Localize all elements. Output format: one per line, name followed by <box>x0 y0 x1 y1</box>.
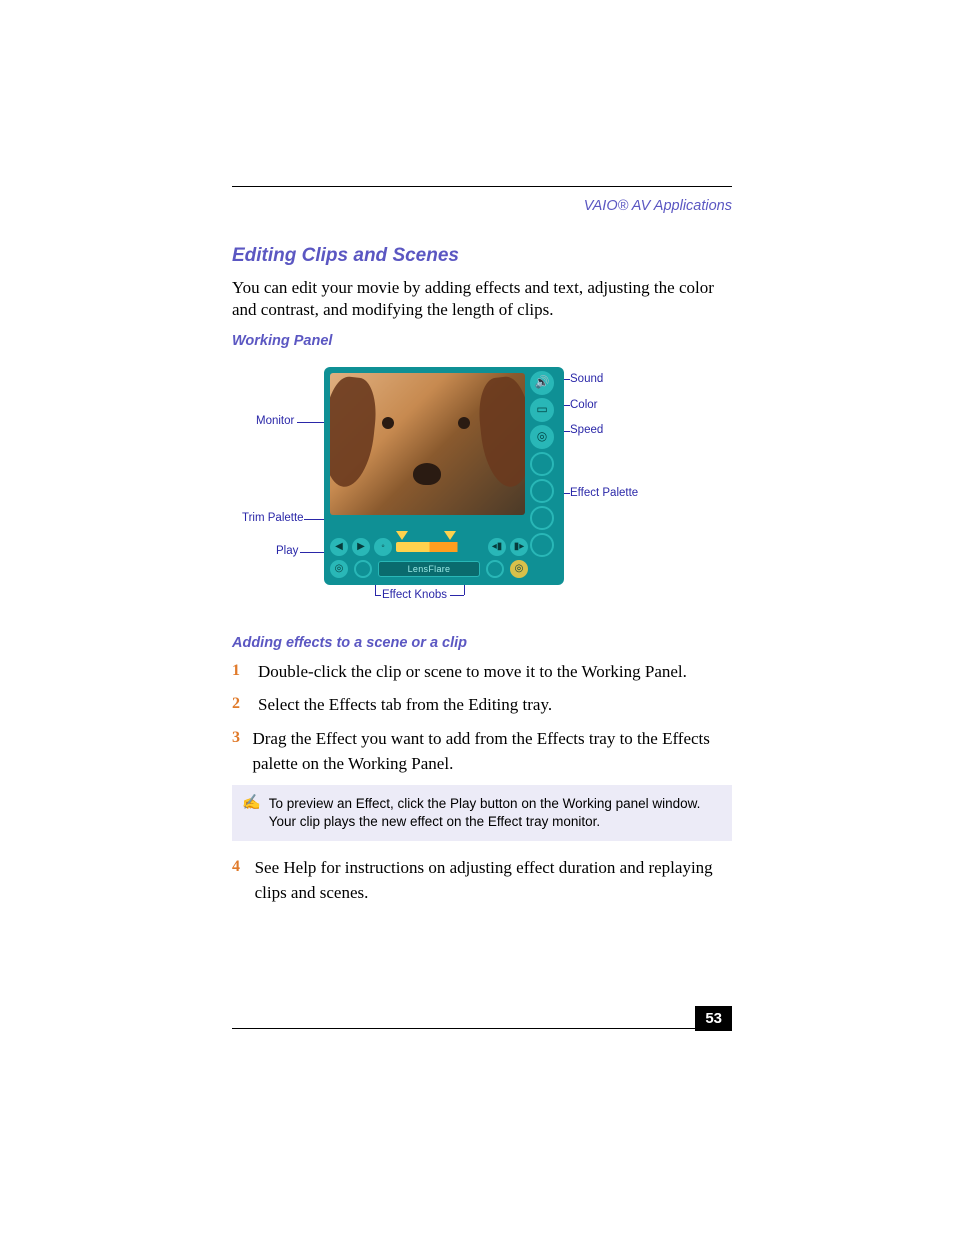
step-fwd-button[interactable]: ▮▸ <box>510 538 528 556</box>
content: Editing Clips and Scenes You can edit yo… <box>232 245 732 914</box>
effect-slot[interactable] <box>530 533 554 557</box>
callout-effect-palette: Effect Palette <box>570 487 638 499</box>
step-number: 3 <box>232 726 246 777</box>
step-number: 4 <box>232 855 249 906</box>
note-icon: ✍ <box>242 795 261 831</box>
side-buttons: 🔊 ▭ ◎ <box>530 371 560 557</box>
note-text: To preview an Effect, click the Play but… <box>269 795 720 831</box>
step-item: 1 Double-click the clip or scene to move… <box>232 659 732 685</box>
effect-slot[interactable] <box>530 506 554 530</box>
step-text: Select the Effects tab from the Editing … <box>258 692 552 718</box>
monitor-preview <box>330 373 525 515</box>
color-button[interactable]: ▭ <box>530 398 554 422</box>
figure-caption: Working Panel <box>232 333 732 349</box>
effect-name-box: LensFlare <box>378 561 480 577</box>
working-panel-figure: Monitor Trim Palette Play Effect Knobs S… <box>232 357 732 617</box>
leader-line <box>450 595 464 596</box>
step-number: 2 <box>232 692 252 718</box>
speed-button[interactable]: ◎ <box>530 425 554 449</box>
running-header: VAIO® AV Applications <box>584 198 732 214</box>
step-back-button[interactable]: ◂▮ <box>488 538 506 556</box>
callout-play: Play <box>276 545 298 557</box>
step-item: 3 Drag the Effect you want to add from t… <box>232 726 732 777</box>
callout-color: Color <box>570 399 597 411</box>
subsection-title: Adding effects to a scene or a clip <box>232 635 732 651</box>
steps-list: 1 Double-click the clip or scene to move… <box>232 659 732 777</box>
prev-button[interactable]: ◀ <box>330 538 348 556</box>
callout-speed: Speed <box>570 424 603 436</box>
trim-handle-out[interactable] <box>444 531 456 540</box>
play-button[interactable]: ▶ <box>352 538 370 556</box>
step-text: See Help for instructions on adjusting e… <box>255 855 732 906</box>
effect-knob-a[interactable]: ◎ <box>330 560 348 578</box>
trim-track[interactable] <box>396 542 484 552</box>
effect-knob-b[interactable]: ◎ <box>510 560 528 578</box>
step-text: Double-click the clip or scene to move i… <box>258 659 687 685</box>
sound-button[interactable]: 🔊 <box>530 371 554 395</box>
steps-list-cont: 4 See Help for instructions on adjusting… <box>232 855 732 906</box>
step-item: 4 See Help for instructions on adjusting… <box>232 855 732 906</box>
page: VAIO® AV Applications Editing Clips and … <box>0 0 954 1235</box>
callout-knobs: Effect Knobs <box>382 589 447 601</box>
leader-line <box>375 595 381 596</box>
step-number: 1 <box>232 659 252 685</box>
bottom-rule <box>232 1028 732 1029</box>
effect-knob[interactable] <box>486 560 504 578</box>
note-box: ✍ To preview an Effect, click the Play b… <box>232 785 732 841</box>
callout-monitor: Monitor <box>256 415 294 427</box>
step-text: Drag the Effect you want to add from the… <box>252 726 732 777</box>
effect-slot[interactable] <box>530 452 554 476</box>
effect-knob[interactable] <box>354 560 372 578</box>
stop-button[interactable]: ◦ <box>374 538 392 556</box>
working-panel: 🔊 ▭ ◎ ◀ ▶ ◦ ◂▮ ▮▸ <box>324 367 564 585</box>
effect-slot[interactable] <box>530 479 554 503</box>
top-rule <box>232 186 732 187</box>
section-title: Editing Clips and Scenes <box>232 245 732 267</box>
intro-paragraph: You can edit your movie by adding effect… <box>232 277 732 321</box>
callout-sound: Sound <box>570 373 603 385</box>
callout-trim: Trim Palette <box>242 512 304 524</box>
trim-handle-in[interactable] <box>396 531 408 540</box>
step-item: 2 Select the Effects tab from the Editin… <box>232 692 732 718</box>
transport-row: ◀ ▶ ◦ ◂▮ ▮▸ <box>330 537 528 557</box>
effect-row: ◎ LensFlare ◎ <box>330 559 528 579</box>
